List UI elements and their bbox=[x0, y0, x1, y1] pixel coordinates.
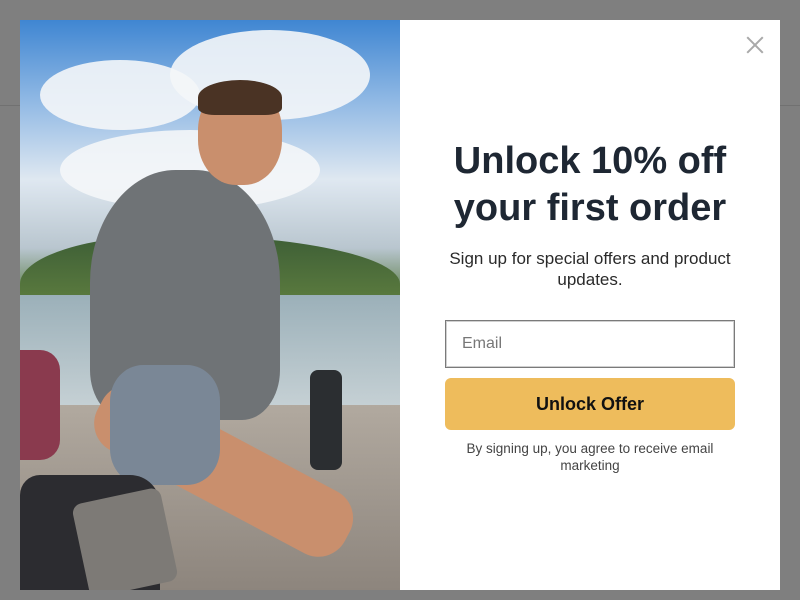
person-hair bbox=[198, 80, 282, 115]
email-input[interactable] bbox=[445, 320, 735, 368]
water-bottle bbox=[310, 370, 342, 470]
unlock-offer-button[interactable]: Unlock Offer bbox=[445, 378, 735, 430]
popup-subtext: Sign up for special offers and product u… bbox=[449, 249, 731, 289]
yoga-mat bbox=[20, 350, 60, 460]
popup-content: Unlock 10% off your first order Sign up … bbox=[400, 20, 780, 590]
popup-headline: Unlock 10% off your first order bbox=[453, 140, 727, 229]
signup-disclaimer: By signing up, you agree to receive emai… bbox=[466, 441, 714, 473]
signup-popup: Unlock 10% off your first order Sign up … bbox=[20, 20, 780, 590]
promo-photo bbox=[20, 20, 400, 590]
knee-brace bbox=[110, 365, 220, 485]
